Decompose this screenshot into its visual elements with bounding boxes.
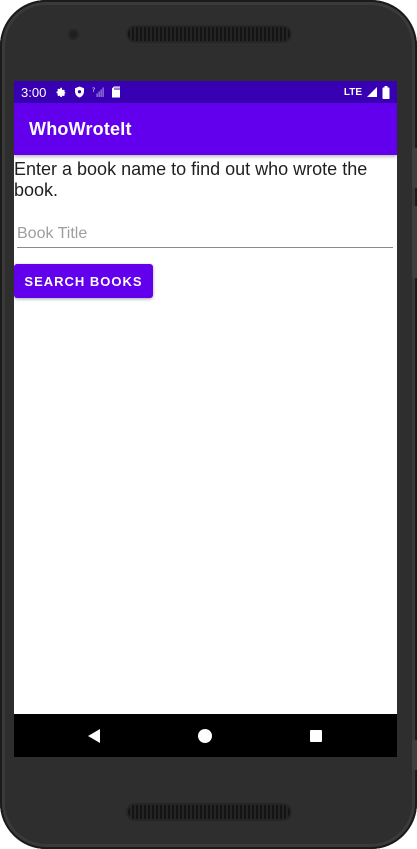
battery-icon [382,85,390,99]
sd-card-icon [111,86,121,98]
bottom-speaker-grille [128,805,290,819]
top-speaker-grille [128,27,290,41]
back-icon [88,728,100,743]
app-bar: WhoWroteIt [14,103,397,155]
power-button [412,148,417,188]
recents-button[interactable] [294,714,338,757]
home-button[interactable] [183,714,227,757]
navigation-bar [14,714,397,757]
phone-frame: 3:00 ? LTE WhoWroteIt Enter a book name … [0,0,417,849]
status-bar-right: LTE [344,81,390,103]
home-icon [198,728,212,743]
shield-icon [74,86,85,98]
recents-icon [310,729,322,742]
network-type-label: LTE [343,86,362,98]
book-title-input[interactable] [17,221,393,248]
front-camera [68,29,79,40]
device-screen: 3:00 ? LTE WhoWroteIt Enter a book name … [14,81,397,757]
signal-icon [366,86,378,98]
gear-icon [55,86,67,98]
no-sim-signal-icon: ? [92,86,105,98]
volume-button [412,206,417,278]
side-edge [412,740,417,770]
instructions-text: Enter a book name to find out who wrote … [14,159,368,200]
status-bar: 3:00 ? LTE [14,81,397,103]
status-time: 3:00 [21,84,47,100]
search-books-button[interactable]: SEARCH BOOKS [14,264,153,298]
status-bar-left: 3:00 ? [21,81,121,103]
app-title: WhoWroteIt [29,119,132,139]
svg-text:?: ? [92,87,95,94]
back-button[interactable] [72,714,116,757]
